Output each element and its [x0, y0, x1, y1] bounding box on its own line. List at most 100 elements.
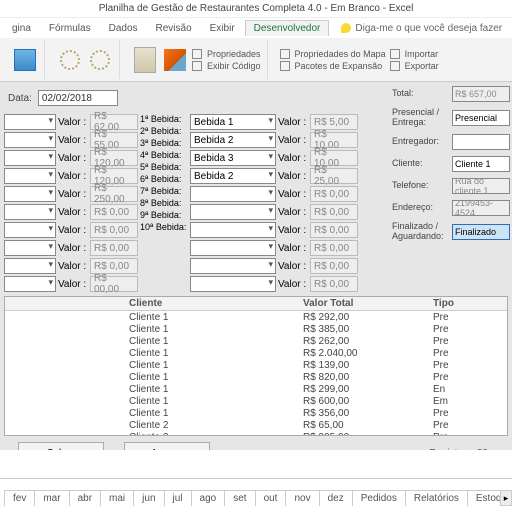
export-button[interactable]: Exportar	[390, 61, 439, 71]
valor-label: Valor :	[278, 276, 308, 292]
endereco-label: Endereço:	[392, 203, 448, 213]
endereco-field: 2199453-4524	[452, 200, 510, 216]
table-row[interactable]: Cliente 1R$ 356,00Pre	[5, 407, 507, 419]
valor-left-2: R$ 55,00	[90, 132, 138, 148]
bebida-label-1: 1ª Bebida:	[140, 114, 188, 124]
cliente-label: Cliente:	[392, 159, 448, 169]
valor-right-10: R$ 0,00	[310, 276, 358, 292]
item-combo-3[interactable]	[4, 150, 56, 166]
bebida-combo-10[interactable]	[190, 276, 276, 292]
delete-button[interactable]: Apagar	[124, 442, 210, 450]
item-combo-10[interactable]	[4, 276, 56, 292]
item-combo-8[interactable]	[4, 240, 56, 256]
sheet-tab-set[interactable]: set	[224, 490, 255, 506]
orders-table[interactable]: Cliente Valor Total Tipo Cliente 1R$ 292…	[4, 296, 508, 436]
sheet-tab-pedidos[interactable]: Pedidos	[352, 490, 406, 506]
design-mode-icon[interactable]	[162, 47, 188, 73]
bebida-combo-4[interactable]: Bebida 2	[190, 168, 276, 184]
entregador-field[interactable]	[452, 134, 510, 150]
valor-label: Valor :	[58, 204, 88, 220]
bebida-label-8: 8ª Bebida:	[140, 198, 188, 208]
table-row[interactable]: Cliente 1R$ 262,00Pre	[5, 335, 507, 347]
item-combo-1[interactable]	[4, 114, 56, 130]
save-button[interactable]: Salvar	[18, 442, 104, 450]
item-combo-5[interactable]	[4, 186, 56, 202]
macros-icon[interactable]	[57, 47, 83, 73]
bebida-label-9: 9ª Bebida:	[140, 210, 188, 220]
valor-label: Valor :	[278, 204, 308, 220]
cliente-field[interactable]: Cliente 1	[452, 156, 510, 172]
valor-label: Valor :	[58, 114, 88, 130]
bebida-combo-1[interactable]: Bebida 1	[190, 114, 276, 130]
map-properties-button[interactable]: Propriedades do Mapa	[280, 49, 386, 59]
sheet-tab-jun[interactable]: jun	[133, 490, 164, 506]
ribbon-body: Propriedades Exibir Código Propriedades …	[0, 38, 512, 82]
visual-basic-icon[interactable]	[12, 47, 38, 73]
sheet-tab-dez[interactable]: dez	[319, 490, 353, 506]
bebida-combo-9[interactable]	[190, 258, 276, 274]
valor-right-9: R$ 0,00	[310, 258, 358, 274]
sheet-tab-fev[interactable]: fev	[4, 490, 35, 506]
ribbon-tab-pagina[interactable]: gina	[4, 21, 39, 36]
finalizado-field[interactable]: Finalizado	[452, 224, 510, 240]
table-row[interactable]: Cliente 1R$ 139,00Pre	[5, 359, 507, 371]
valor-right-5: R$ 0,00	[310, 186, 358, 202]
expansion-packs-button[interactable]: Pacotes de Expansão	[280, 61, 386, 71]
valor-label: Valor :	[278, 150, 308, 166]
ribbon-tab-revisao[interactable]: Revisão	[148, 21, 200, 36]
bebida-label-6: 6ª Bebida:	[140, 174, 188, 184]
sheet-tab-mai[interactable]: mai	[100, 490, 134, 506]
table-row[interactable]: Cliente 2R$ 65,00Pre	[5, 419, 507, 431]
valor-left-10: R$ 00,00	[90, 276, 138, 292]
col-valor-total: Valor Total	[303, 298, 433, 309]
valor-left-9: R$ 0,00	[90, 258, 138, 274]
item-combo-4[interactable]	[4, 168, 56, 184]
valor-label: Valor :	[58, 168, 88, 184]
valor-left-3: R$ 120,00	[90, 150, 138, 166]
sheet-tab-out[interactable]: out	[255, 490, 287, 506]
valor-right-2: R$ 10,00	[310, 132, 358, 148]
date-field[interactable]: 02/02/2018	[38, 90, 118, 106]
table-row[interactable]: Cliente 1R$ 600,00Em	[5, 395, 507, 407]
bebida-combo-8[interactable]	[190, 240, 276, 256]
bebida-combo-7[interactable]	[190, 222, 276, 238]
sheet-tab-ago[interactable]: ago	[191, 490, 226, 506]
addins-icon[interactable]	[87, 47, 113, 73]
properties-button[interactable]: Propriedades	[192, 49, 261, 59]
bebida-label-2: 2ª Bebida:	[140, 126, 188, 136]
import-button[interactable]: Importar	[390, 49, 439, 59]
properties-icon	[192, 49, 202, 59]
import-icon	[390, 49, 400, 59]
sheet-tab-relatórios[interactable]: Relatórios	[405, 490, 468, 506]
presencial-label: Presencial / Entrega:	[392, 108, 448, 128]
sheet-tab-jul[interactable]: jul	[164, 490, 192, 506]
ribbon-tab-dados[interactable]: Dados	[101, 21, 146, 36]
view-code-button[interactable]: Exibir Código	[192, 61, 261, 71]
sheet-tab-nov[interactable]: nov	[285, 490, 319, 506]
scroll-tabs-right[interactable]: ▸	[500, 490, 512, 506]
ribbon-tab-exibir[interactable]: Exibir	[202, 21, 243, 36]
valor-label: Valor :	[278, 132, 308, 148]
bebida-combo-2[interactable]: Bebida 2	[190, 132, 276, 148]
table-row[interactable]: Cliente 1R$ 292,00Pre	[5, 311, 507, 323]
table-row[interactable]: Cliente 1R$ 385,00Pre	[5, 323, 507, 335]
tell-me-search[interactable]: Diga-me o que você deseja fazer	[331, 23, 502, 34]
insert-controls-icon[interactable]	[132, 47, 158, 73]
presencial-field[interactable]: Presencial	[452, 110, 510, 126]
item-combo-7[interactable]	[4, 222, 56, 238]
item-combo-2[interactable]	[4, 132, 56, 148]
table-row[interactable]: Cliente 2R$ 995,00Pre	[5, 431, 507, 436]
bebida-combo-3[interactable]: Bebida 3	[190, 150, 276, 166]
table-row[interactable]: Cliente 1R$ 299,00En	[5, 383, 507, 395]
table-row[interactable]: Cliente 1R$ 820,00Pre	[5, 371, 507, 383]
ribbon-tab-formulas[interactable]: Fórmulas	[41, 21, 99, 36]
bebida-combo-6[interactable]	[190, 204, 276, 220]
ribbon-tab-desenvolvedor[interactable]: Desenvolvedor	[245, 20, 330, 36]
item-combo-6[interactable]	[4, 204, 56, 220]
bebida-combo-5[interactable]	[190, 186, 276, 202]
sheet-tab-abr[interactable]: abr	[69, 490, 101, 506]
valor-right-1: R$ 5,00	[310, 114, 358, 130]
table-row[interactable]: Cliente 1R$ 2.040,00Pre	[5, 347, 507, 359]
sheet-tab-mar[interactable]: mar	[34, 490, 69, 506]
item-combo-9[interactable]	[4, 258, 56, 274]
